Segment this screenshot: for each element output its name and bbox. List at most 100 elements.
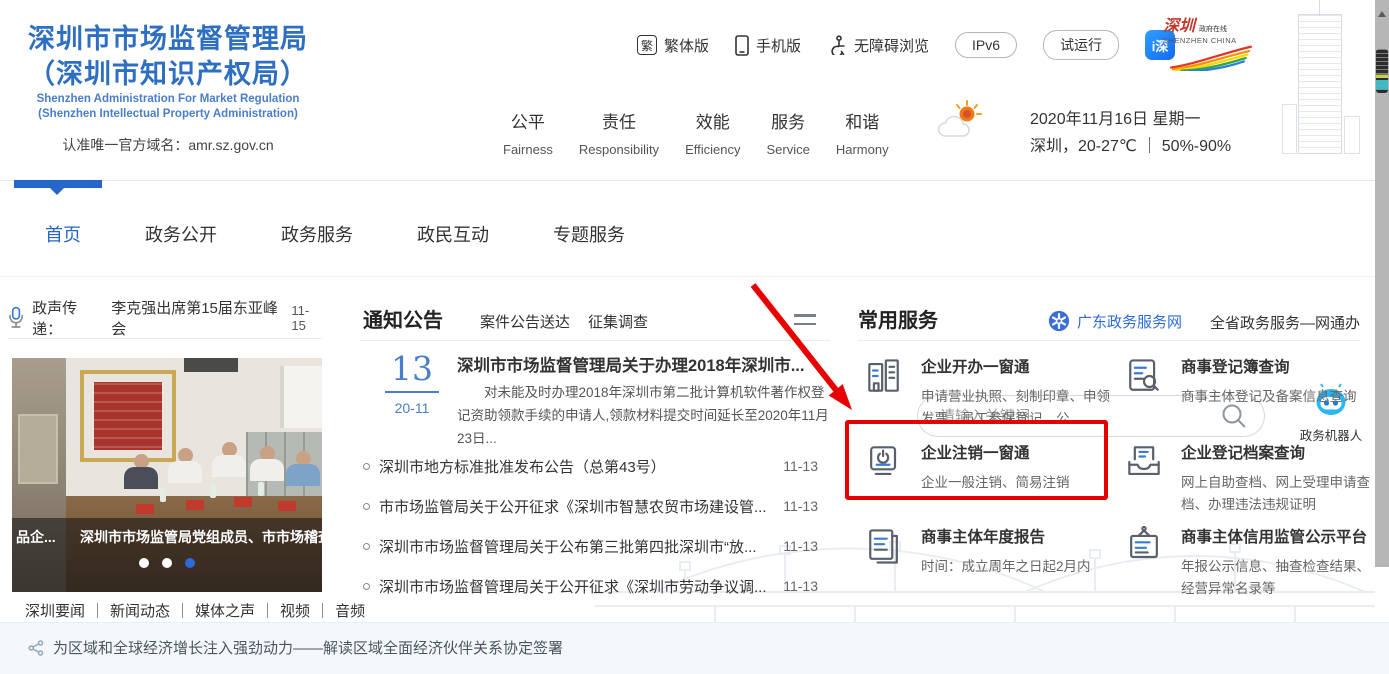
- carousel-dot-1[interactable]: [139, 558, 149, 568]
- nav-item-gov-info[interactable]: 政务公开: [145, 221, 217, 247]
- sign-board-icon: [1122, 522, 1168, 601]
- carousel-caption[interactable]: 深圳市市场监管局党组成员、市市场稽查局局: [80, 527, 322, 547]
- carousel-dot-2[interactable]: [162, 558, 172, 568]
- traditional-version-link[interactable]: 繁 繁体版: [637, 35, 709, 56]
- value-service: 服务 Service: [766, 108, 809, 157]
- date-line: 2020年11月16日 星期一: [1030, 106, 1231, 133]
- nav-item-home[interactable]: 首页: [45, 221, 81, 247]
- featured-month: 20-11: [383, 400, 441, 416]
- date-weather-block: 2020年11月16日 星期一 深圳，20-27℃ ｜ 50%-90%: [1030, 106, 1231, 160]
- main-nav-bar: 首页 政务公开 政务服务 政民互动 专题服务 政务机器人: [0, 180, 1389, 277]
- news-category-links: 深圳要闻 新闻动态 媒体之声 视频 音频: [25, 600, 365, 621]
- mobile-label: 手机版: [756, 35, 801, 56]
- page: 深圳市市场监督管理局 （深圳市知识产权局） Shenzhen Administr…: [0, 0, 1389, 674]
- broadcast-headline[interactable]: 李克强出席第15届东亚峰会: [111, 297, 283, 339]
- accessibility-icon: [827, 35, 847, 55]
- main-nav: 首页 政务公开 政务服务 政民互动 专题服务: [45, 221, 625, 247]
- org-title-cn-line2: （深圳市知识产权局）: [18, 57, 318, 92]
- link-shenzhen-news[interactable]: 深圳要闻: [25, 600, 85, 621]
- site-logo[interactable]: 深圳市市场监督管理局 （深圳市知识产权局） Shenzhen Administr…: [18, 22, 318, 155]
- bullet-icon: [363, 543, 370, 550]
- value-harmony: 和谐 Harmony: [836, 108, 889, 157]
- guangdong-portal-link[interactable]: 广东政务服务网: [1048, 310, 1182, 332]
- traditional-label: 繁体版: [664, 35, 709, 56]
- service-registry-query[interactable]: 商事登记簿查询 商事主体登记及备案信息查询: [1122, 352, 1374, 408]
- tab-notices[interactable]: 通知公告: [363, 304, 443, 333]
- service-credit-platform[interactable]: 商事主体信用监管公示平台 年报公示信息、抽查检查结果、经营异常名录等: [1122, 522, 1374, 601]
- accessibility-label: 无障碍浏览: [854, 35, 929, 56]
- traditional-icon: 繁: [637, 35, 657, 55]
- scrollbar-up-arrow[interactable]: [1378, 7, 1386, 17]
- list-item[interactable]: 深圳市市场监督管理局关于公布第三批第四批深圳市“放... 11-13: [363, 526, 818, 566]
- divider: [267, 603, 268, 618]
- province-network-link[interactable]: 全省政务服务—网通办: [1210, 312, 1360, 333]
- document-search-icon: [1122, 352, 1168, 408]
- divider: [182, 603, 183, 618]
- building-icon: [862, 352, 908, 431]
- active-tab-indicator: [14, 180, 102, 188]
- broadcast-label: 政声传递：: [32, 297, 103, 339]
- flower-icon: [1048, 310, 1070, 332]
- bullet-icon: [363, 583, 370, 590]
- value-fairness: 公平 Fairness: [503, 108, 553, 157]
- divider: [385, 391, 439, 393]
- mobile-version-link[interactable]: 手机版: [735, 35, 801, 56]
- service-company-deregistration[interactable]: 企业注销一窗通 企业一般注销、简易注销: [862, 438, 1114, 494]
- tab-surveys[interactable]: 征集调查: [588, 311, 648, 332]
- list-item[interactable]: 市市场监管局关于公开征求《深圳市智慧农贸市场建设管... 11-13: [363, 486, 818, 526]
- notice-list: 深圳市地方标准批准发布公告（总第43号） 11-13 市市场监管局关于公开征求《…: [363, 446, 818, 606]
- nav-item-gov-services[interactable]: 政务服务: [281, 221, 353, 247]
- microphone-icon: [8, 306, 24, 330]
- org-title-cn-line1: 深圳市市场监督管理局: [18, 22, 318, 57]
- link-audio[interactable]: 音频: [335, 600, 365, 621]
- weather-icon: [936, 100, 986, 144]
- link-media-voice[interactable]: 媒体之声: [195, 600, 255, 621]
- link-video[interactable]: 视频: [280, 600, 310, 621]
- scrollbar-track[interactable]: [1375, 0, 1389, 567]
- building-sketch: [1280, 4, 1360, 154]
- link-news-updates[interactable]: 新闻动态: [110, 600, 170, 621]
- shenzhen-gov-logo: 深圳 政府在线 SHENZHEN CHINA: [1163, 12, 1267, 76]
- share-icon: [28, 640, 44, 656]
- footer-ticker[interactable]: 为区域和全球经济增长注入强劲动力——解读区域全面经济伙伴关系协定签署: [28, 637, 563, 658]
- ipv6-badge[interactable]: IPv6: [955, 32, 1017, 58]
- report-pages-icon: [862, 522, 908, 578]
- value-responsibility: 责任 Responsibility: [579, 108, 659, 157]
- tab-case-announcements[interactable]: 案件公告送达: [480, 311, 570, 332]
- nav-item-interaction[interactable]: 政民互动: [417, 221, 489, 247]
- power-icon: [862, 438, 908, 494]
- featured-day: 13: [383, 350, 441, 388]
- featured-notice-summary: 对未能及时办理2018年深圳市第二批计算机软件著作权登记资助领款手续的申请人,领…: [457, 381, 831, 451]
- trial-run-badge[interactable]: 试运行: [1043, 30, 1119, 60]
- org-title-en-line2: (Shenzhen Intellectual Property Administ…: [18, 107, 318, 122]
- featured-notice-title[interactable]: 深圳市市场监督管理局关于办理2018年深圳市...: [457, 352, 831, 376]
- org-title-en-line1: Shenzhen Administration For Market Regul…: [18, 92, 318, 107]
- phone-icon: [735, 35, 749, 56]
- carousel-dots: [12, 558, 322, 568]
- news-carousel[interactable]: 品企... 深圳市市场监管局党组成员、市市场稽查局局: [12, 358, 322, 592]
- divider: [322, 603, 323, 618]
- bullet-icon: [363, 503, 370, 510]
- carousel-dot-3[interactable]: [185, 558, 195, 568]
- scrollbar-thumb[interactable]: [1376, 49, 1388, 93]
- ticker-text: 为区域和全球经济增长注入强劲动力——解读区域全面经济伙伴关系协定签署: [53, 637, 563, 658]
- value-efficiency: 效能 Efficiency: [685, 108, 740, 157]
- services-title: 常用服务: [858, 304, 938, 333]
- more-icon[interactable]: [794, 314, 816, 331]
- service-company-opening[interactable]: 企业开办一窗通 申请营业执照、刻制印章、申领发票、员工参保登记、公...: [862, 352, 1114, 431]
- list-item[interactable]: 深圳市市场监督管理局关于公开征求《深圳市劳动争议调... 11-13: [363, 566, 818, 606]
- utility-bar: 繁 繁体版 手机版 无障碍浏览 IPv6 试运行 i深: [637, 30, 1175, 60]
- weather-line: 深圳，20-27℃ ｜ 50%-90%: [1030, 133, 1231, 160]
- list-item[interactable]: 深圳市地方标准批准发布公告（总第43号） 11-13: [363, 446, 818, 486]
- carousel-caption-bar: 品企... 深圳市市场监管局党组成员、市市场稽查局局: [12, 518, 322, 592]
- service-archive-query[interactable]: 企业登记档案查询 网上自助查档、网上受理申请查档、办理违法违规证明: [1122, 438, 1374, 517]
- featured-date-block: 13 20-11: [383, 350, 441, 416]
- services-header: 常用服务 广东政务服务网 全省政务服务—网通办: [858, 300, 1360, 341]
- service-annual-report[interactable]: 商事主体年度报告 时间：成立周年之日起2月内: [862, 522, 1114, 578]
- notices-header: 通知公告 案件公告送达 征集调查: [360, 300, 830, 341]
- archive-tray-icon: [1122, 438, 1168, 517]
- nav-item-special-services[interactable]: 专题服务: [553, 221, 625, 247]
- core-values-row: 公平 Fairness 责任 Responsibility 效能 Efficie…: [503, 108, 889, 157]
- accessibility-link[interactable]: 无障碍浏览: [827, 35, 929, 56]
- bullet-icon: [363, 463, 370, 470]
